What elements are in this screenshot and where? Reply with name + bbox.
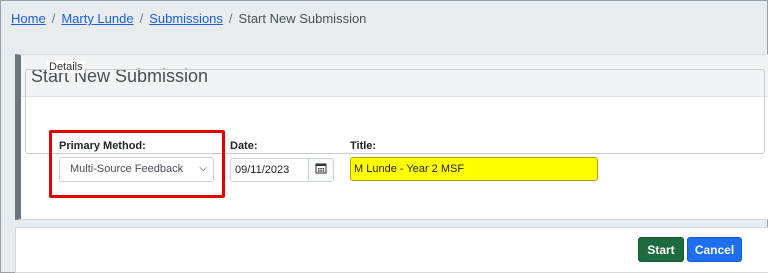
date-label: Date: — [230, 140, 258, 152]
date-value: 09/11/2023 — [235, 164, 290, 176]
breadcrumb-separator: / — [228, 11, 233, 26]
breadcrumb-submissions-link[interactable]: Submissions — [149, 11, 223, 26]
primary-method-select[interactable]: Multi-Source Feedback ⌵ — [59, 157, 214, 182]
breadcrumb-marty-lunde-link[interactable]: Marty Lunde — [61, 11, 133, 26]
calendar-button[interactable] — [308, 158, 334, 182]
title-value: M Lunde - Year 2 MSF — [354, 163, 465, 175]
breadcrumb-separator: / — [51, 11, 56, 26]
breadcrumb: Home / Marty Lunde / Submissions / Start New S… — [11, 11, 366, 26]
primary-method-label: Primary Method: — [59, 140, 146, 152]
breadcrumb-home-link[interactable]: Home — [11, 11, 46, 26]
start-button[interactable]: Start — [638, 237, 684, 262]
title-label: Title: — [350, 140, 377, 152]
details-legend: Details — [47, 61, 85, 73]
primary-method-selected-value: Multi-Source Feedback — [70, 163, 184, 175]
calendar-icon — [315, 161, 327, 179]
date-field[interactable]: 09/11/2023 — [230, 158, 308, 182]
breadcrumb-separator: / — [139, 11, 144, 26]
chevron-down-icon: ⌵ — [199, 163, 207, 174]
cancel-button[interactable]: Cancel — [687, 237, 742, 262]
title-field[interactable]: M Lunde - Year 2 MSF — [350, 157, 598, 181]
breadcrumb-current: Start New Submission — [238, 11, 367, 26]
